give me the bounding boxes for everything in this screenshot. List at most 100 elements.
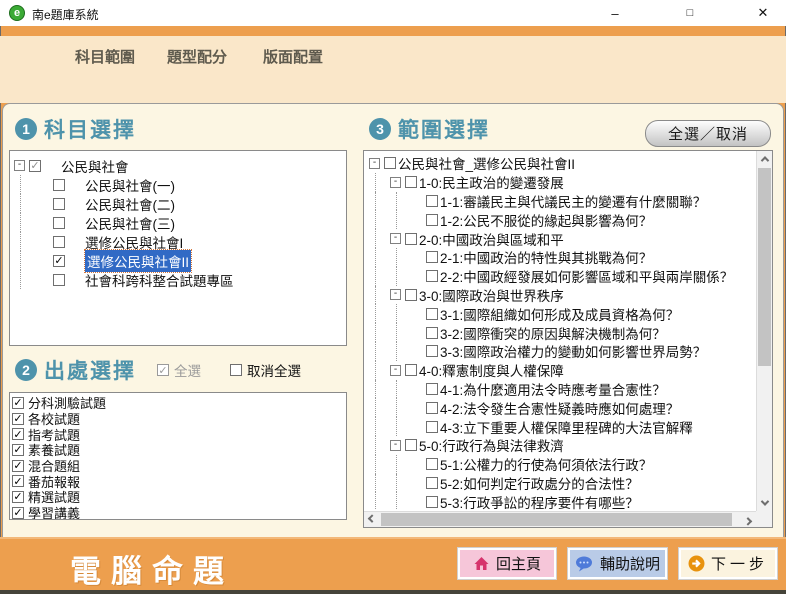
tree-item-label[interactable]: 公民與社會(一) <box>85 175 175 195</box>
tree-item[interactable]: 4-2:法令發生合憲性疑義時應如何處理？ <box>365 398 755 417</box>
tree-item-label[interactable]: 3-1:國際組織如何形成及成員資格為何？ <box>440 304 679 324</box>
checkbox[interactable] <box>384 157 396 169</box>
tree-item-label[interactable]: 1-1:審議民主與代議民主的變遷有什麼關聯？ <box>440 191 706 211</box>
expand-toggle[interactable]: - <box>390 365 401 376</box>
tree-item-label[interactable]: 選修公民與社會II <box>85 250 191 272</box>
tree-item-label[interactable]: 4-2:法令發生合憲性疑義時應如何處理？ <box>440 398 679 418</box>
tree-item[interactable]: 3-2:國際衝突的原因與解決機制為何？ <box>365 323 755 342</box>
tree-item[interactable]: - 5-0:行政行為與法律救濟 <box>365 436 755 455</box>
tree-item[interactable]: - 公民與社會_選修公民與社會II <box>365 154 755 173</box>
tree-item[interactable]: - 1-0:民主政治的變遷發展 <box>365 173 755 192</box>
checkbox[interactable] <box>426 477 438 489</box>
checkbox[interactable]: ✓ <box>12 460 24 472</box>
checkbox[interactable] <box>426 195 438 207</box>
tree-item-label[interactable]: 2-2:中國政經發展如何影響區域和平與兩岸關係？ <box>440 266 733 286</box>
tree-item[interactable]: 1-1:審議民主與代議民主的變遷有什麼關聯？ <box>365 192 755 211</box>
expand-toggle[interactable]: - <box>369 158 380 169</box>
tree-item[interactable]: -2-0:中國政治與區域和平 <box>365 229 755 248</box>
tree-item-label[interactable]: 3-2:國際衝突的原因與解決機制為何？ <box>440 323 666 343</box>
home-button[interactable]: 回主頁 <box>458 548 556 579</box>
expand-toggle[interactable]: - <box>390 289 401 300</box>
tree-item[interactable]: 選修公民與社會I <box>10 232 346 251</box>
tree-item-label[interactable]: 4-3:立下重要人權保障里程碑的大法官解釋 <box>440 417 693 437</box>
checkbox[interactable]: ✓ <box>12 413 24 425</box>
tree-item-label[interactable]: 公民與社會 <box>61 156 129 176</box>
tree-item[interactable]: 公民與社會(一) <box>10 175 346 194</box>
select-all-checkbox-icon[interactable]: ✓ <box>157 364 169 376</box>
tree-item-label[interactable]: 1-2:公民不服從的緣起與影響為何？ <box>440 210 652 230</box>
horizontal-scrollbar[interactable] <box>364 511 756 527</box>
vertical-scrollbar[interactable] <box>756 151 772 511</box>
checkbox[interactable] <box>426 345 438 357</box>
tree-item[interactable]: 公民與社會(二) <box>10 194 346 213</box>
tree-item-label[interactable]: 5-1:公權力的行使為何須依法行政？ <box>440 454 652 474</box>
tree-item[interactable]: 1-2:公民不服從的緣起與影響為何？ <box>365 210 755 229</box>
tree-item-label[interactable]: 2-1:中國政治的特性與其挑戰為何？ <box>440 247 652 267</box>
select-all-checkbox[interactable]: ✓ 全選 <box>157 360 201 380</box>
tree-item[interactable]: 4-1:為什麼適用法令時應考量合憲性？ <box>365 380 755 399</box>
vertical-scroll-thumb[interactable] <box>758 168 771 366</box>
checkbox[interactable] <box>426 270 438 282</box>
tree-item-label[interactable]: 1-0:民主政治的變遷發展 <box>419 172 564 192</box>
tree-item[interactable]: 3-1:國際組織如何形成及成員資格為何？ <box>365 304 755 323</box>
checkbox[interactable] <box>53 274 65 286</box>
checkbox[interactable] <box>53 198 65 210</box>
checkbox[interactable]: ✓ <box>53 255 65 267</box>
tree-item-label[interactable]: 3-3:國際政治權力的變動如何影響世界局勢？ <box>440 341 706 361</box>
tree-item[interactable]: 5-2:如何判定行政處分的合法性？ <box>365 474 755 493</box>
tree-item-label[interactable]: 社會科跨科整合試題專區 <box>85 270 234 290</box>
scroll-right-button[interactable] <box>740 512 756 528</box>
expand-toggle[interactable]: - <box>390 440 401 451</box>
horizontal-scroll-thumb[interactable] <box>381 513 732 526</box>
tree-item[interactable]: 5-3:行政爭訟的程序要件有哪些？ <box>365 492 755 510</box>
tree-item-label[interactable]: 公民與社會(三) <box>85 213 175 233</box>
scroll-up-button[interactable] <box>757 151 773 167</box>
tree-item-label[interactable]: 選修公民與社會I <box>85 232 183 252</box>
tree-item[interactable]: 2-2:中國政經發展如何影響區域和平與兩岸關係？ <box>365 267 755 286</box>
checkbox[interactable]: ✓ <box>12 444 24 456</box>
checkbox[interactable] <box>426 327 438 339</box>
tree-item[interactable]: 4-3:立下重要人權保障里程碑的大法官解釋 <box>365 417 755 436</box>
toggle-all-button[interactable]: 全選／取消 <box>645 120 771 147</box>
maximize-button[interactable]: □ <box>668 0 712 26</box>
checkbox[interactable] <box>426 458 438 470</box>
tree-item-label[interactable]: 5-2:如何判定行政處分的合法性？ <box>440 473 639 493</box>
checkbox[interactable] <box>426 214 438 226</box>
next-step-button[interactable]: 下一步 <box>679 548 777 579</box>
checkbox[interactable] <box>405 233 417 245</box>
source-list-item[interactable]: ✓學習講義 <box>12 505 346 520</box>
tree-item[interactable]: 3-3:國際政治權力的變動如何影響世界局勢？ <box>365 342 755 361</box>
tree-item-label[interactable]: 3-0:國際政治與世界秩序 <box>419 285 564 305</box>
tree-item[interactable]: 社會科跨科整合試題專區 <box>10 270 346 289</box>
expand-toggle[interactable]: - <box>14 160 25 171</box>
checkbox[interactable] <box>405 289 417 301</box>
checkbox[interactable] <box>426 251 438 263</box>
tree-item[interactable]: - 3-0:國際政治與世界秩序 <box>365 286 755 305</box>
tree-item[interactable]: -4-0:釋憲制度與人權保障 <box>365 361 755 380</box>
checkbox[interactable]: ✓ <box>12 428 24 440</box>
checkbox[interactable] <box>405 176 417 188</box>
tree-item[interactable]: -✓公民與社會 <box>10 156 346 175</box>
tree-item-label[interactable]: 公民與社會(二) <box>85 194 175 214</box>
deselect-all-checkbox-icon[interactable] <box>230 364 242 376</box>
tree-item[interactable]: 公民與社會(三) <box>10 213 346 232</box>
tree-item-label[interactable]: 5-3:行政爭訟的程序要件有哪些？ <box>440 492 639 510</box>
checkbox[interactable] <box>426 402 438 414</box>
checkbox[interactable] <box>405 439 417 451</box>
close-button[interactable]: ✕ <box>741 0 785 26</box>
tree-item-label[interactable]: 公民與社會_選修公民與社會II <box>398 153 575 173</box>
scroll-left-button[interactable] <box>364 512 380 528</box>
minimize-button[interactable]: – <box>593 0 637 26</box>
tree-item-label[interactable]: 5-0:行政行為與法律救濟 <box>419 435 564 455</box>
checkbox[interactable] <box>53 179 65 191</box>
expand-toggle[interactable]: - <box>390 177 401 188</box>
tree-item-label[interactable]: 4-1:為什麼適用法令時應考量合憲性？ <box>440 379 666 399</box>
checkbox[interactable]: ✓ <box>12 397 24 409</box>
scroll-down-button[interactable] <box>757 495 773 511</box>
checkbox[interactable] <box>405 364 417 376</box>
checkbox[interactable]: ✓ <box>12 491 24 503</box>
checkbox[interactable] <box>426 383 438 395</box>
checkbox[interactable] <box>53 236 65 248</box>
checkbox[interactable] <box>426 308 438 320</box>
checkbox[interactable]: ✓ <box>12 475 24 487</box>
